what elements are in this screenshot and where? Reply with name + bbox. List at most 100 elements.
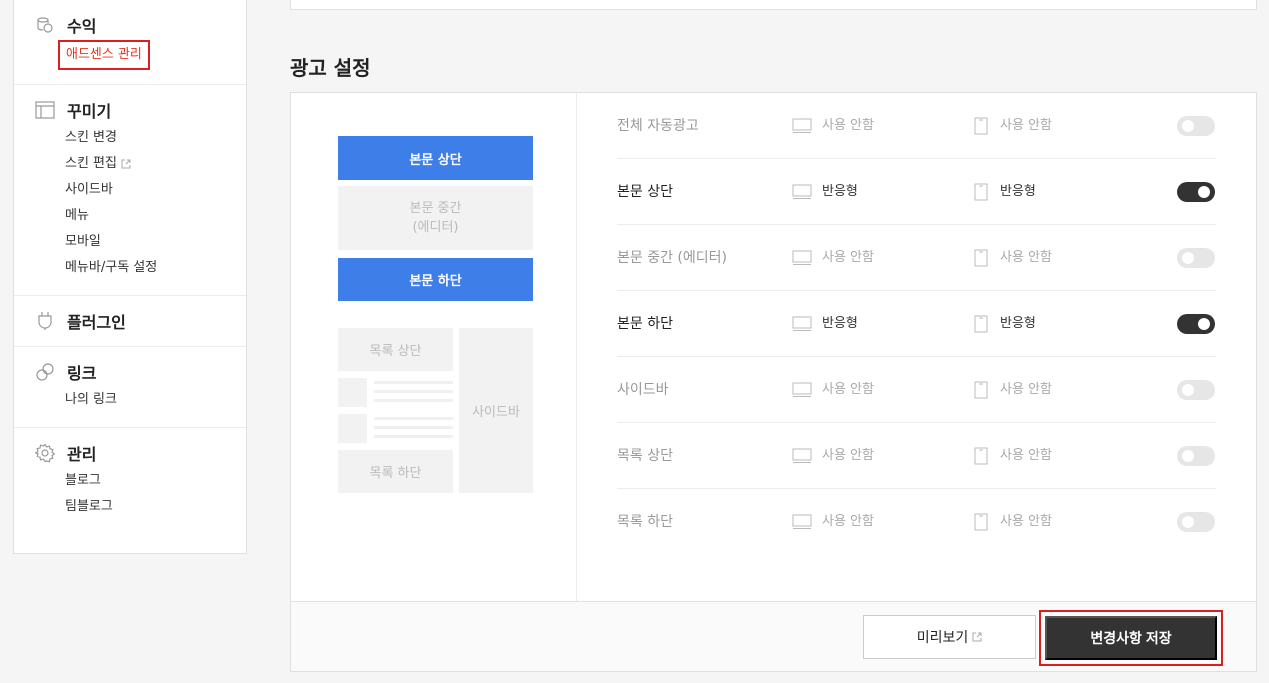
preview-body-mid-label-1: 본문 중간 [409, 201, 462, 216]
mobile-icon [974, 183, 988, 201]
desktop-icon [792, 184, 812, 199]
toggle-knob [1182, 252, 1194, 264]
sidebar: 수익 애드센스 관리 꾸미기 스킨 변경 스킨 편집 사이드바 메뉴 모바일 메… [13, 0, 247, 554]
ad-setting-label: 본문 중간 (에디터) [617, 250, 727, 266]
ad-position-preview: 본문 상단 본문 중간 (에디터) 본문 하단 목록 상단 목록 하단 사이드바 [291, 93, 577, 601]
ad-setting-row: 본문 중간 (에디터) 사용 안함 사용 안함 [617, 225, 1216, 291]
sidebar-item-skin-edit[interactable]: 스킨 편집 [65, 151, 246, 177]
pc-ad-type[interactable]: 반응형 [822, 159, 858, 225]
preview-body-mid-label-2: (에디터) [412, 220, 459, 235]
preview-body-top-label: 본문 상단 [409, 152, 462, 168]
mobile-icon [974, 447, 988, 465]
ad-setting-label: 본문 하단 [617, 316, 673, 332]
ad-position-list: 전체 자동광고 사용 안함 사용 안함 본문 상단 반응형 반응형 본문 중간 … [617, 93, 1216, 555]
sidebar-item-skin-change[interactable]: 스킨 변경 [65, 125, 246, 151]
mobile-ad-type[interactable]: 반응형 [1000, 291, 1036, 357]
sidebar-item-blog[interactable]: 블로그 [65, 468, 246, 494]
layout-icon [35, 100, 55, 120]
mobile-ad-type[interactable]: 사용 안함 [1000, 357, 1052, 423]
ad-toggle-switch[interactable] [1177, 248, 1215, 268]
preview-list-line [374, 381, 453, 384]
pc-ad-type[interactable]: 사용 안함 [822, 423, 874, 489]
ad-toggle-switch[interactable] [1177, 182, 1215, 202]
desktop-icon [792, 250, 812, 265]
sidebar-item-mobile[interactable]: 모바일 [65, 229, 246, 255]
preview-sidebar-label: 사이드바 [472, 405, 520, 420]
ad-setting-row: 사이드바 사용 안함 사용 안함 [617, 357, 1216, 423]
sidebar-item-adsense[interactable]: 애드센스 관리 [58, 40, 246, 70]
ad-setting-label: 전체 자동광고 [617, 118, 699, 134]
toggle-knob [1198, 318, 1210, 330]
ad-toggle-switch[interactable] [1177, 116, 1215, 136]
sidebar-item-menubar[interactable]: 메뉴바/구독 설정 [65, 255, 246, 281]
preview-body-bottom-label: 본문 하단 [409, 274, 462, 289]
mobile-icon [974, 117, 988, 135]
ad-setting-row: 목록 상단 사용 안함 사용 안함 [617, 423, 1216, 489]
external-link-icon [121, 159, 131, 168]
ad-toggle-switch[interactable] [1177, 512, 1215, 532]
toggle-knob [1182, 450, 1194, 462]
preview-sidebar[interactable]: 사이드바 [459, 328, 533, 493]
mobile-ad-type[interactable]: 반응형 [1000, 159, 1036, 225]
preview-list-line [374, 417, 453, 420]
mobile-ad-type[interactable]: 사용 안함 [1000, 423, 1052, 489]
sidebar-header-decorate[interactable]: 꾸미기 [14, 99, 246, 121]
ad-setting-label: 본문 상단 [617, 184, 673, 200]
save-button[interactable]: 변경사항 저장 [1045, 616, 1217, 660]
desktop-icon [792, 316, 812, 331]
preview-list-bottom[interactable]: 목록 하단 [338, 450, 453, 493]
preview-list-thumb-2 [338, 414, 367, 443]
sidebar-item-skin-edit-label: 스킨 편집 [65, 156, 117, 171]
link-icon [35, 362, 55, 382]
preview-body-mid[interactable]: 본문 중간 (에디터) [338, 186, 533, 250]
mobile-icon [974, 249, 988, 267]
ad-toggle-switch[interactable] [1177, 314, 1215, 334]
preview-body-top[interactable]: 본문 상단 [338, 136, 533, 180]
desktop-icon [792, 118, 812, 133]
desktop-icon [792, 514, 812, 529]
sidebar-item-my-link[interactable]: 나의 링크 [65, 387, 246, 413]
preview-list-line [374, 426, 453, 429]
pc-ad-type[interactable]: 사용 안함 [822, 93, 874, 159]
mobile-ad-type[interactable]: 사용 안함 [1000, 93, 1052, 159]
page-title: 광고 설정 [290, 56, 371, 80]
ad-setting-label: 목록 하단 [617, 514, 673, 530]
pc-ad-type[interactable]: 반응형 [822, 291, 858, 357]
sidebar-item-sidebar[interactable]: 사이드바 [65, 177, 246, 203]
sidebar-header-link[interactable]: 링크 [14, 361, 246, 383]
ad-toggle-switch[interactable] [1177, 446, 1215, 466]
sidebar-item-team-blog[interactable]: 팀블로그 [65, 494, 246, 520]
preview-list-bottom-label: 목록 하단 [369, 466, 422, 481]
external-link-icon [972, 632, 982, 642]
sidebar-header-plugin[interactable]: 플러그인 [14, 310, 246, 332]
desktop-icon [792, 382, 812, 397]
sidebar-header-manage[interactable]: 관리 [14, 442, 246, 464]
preview-list-line [374, 399, 453, 402]
panel-footer: 미리보기 변경사항 저장 [291, 601, 1256, 671]
toggle-knob [1182, 516, 1194, 528]
sidebar-item-menu[interactable]: 메뉴 [65, 203, 246, 229]
preview-button[interactable]: 미리보기 [863, 615, 1036, 659]
ad-setting-label: 목록 상단 [617, 448, 673, 464]
preview-list-top[interactable]: 목록 상단 [338, 328, 453, 371]
mobile-ad-type[interactable]: 사용 안함 [1000, 225, 1052, 291]
ad-setting-row: 전체 자동광고 사용 안함 사용 안함 [617, 93, 1216, 159]
previous-panel-edge [290, 0, 1257, 10]
mobile-ad-type[interactable]: 사용 안함 [1000, 489, 1052, 555]
sidebar-section-revenue: 수익 애드센스 관리 [14, 0, 246, 85]
coins-icon [35, 15, 55, 35]
ad-setting-row: 본문 하단 반응형 반응형 [617, 291, 1216, 357]
sidebar-header-revenue[interactable]: 수익 [14, 14, 246, 36]
sidebar-title-manage: 관리 [67, 445, 97, 464]
ad-toggle-switch[interactable] [1177, 380, 1215, 400]
mobile-icon [974, 315, 988, 333]
pc-ad-type[interactable]: 사용 안함 [822, 225, 874, 291]
ad-settings-panel: 본문 상단 본문 중간 (에디터) 본문 하단 목록 상단 목록 하단 사이드바 … [290, 92, 1257, 672]
adsense-highlight: 애드센스 관리 [58, 40, 150, 70]
sidebar-title-revenue: 수익 [67, 17, 97, 36]
pc-ad-type[interactable]: 사용 안함 [822, 357, 874, 423]
mobile-icon [974, 513, 988, 531]
preview-body-bottom[interactable]: 본문 하단 [338, 258, 533, 301]
pc-ad-type[interactable]: 사용 안함 [822, 489, 874, 555]
sidebar-section-link: 링크 나의 링크 [14, 347, 246, 428]
